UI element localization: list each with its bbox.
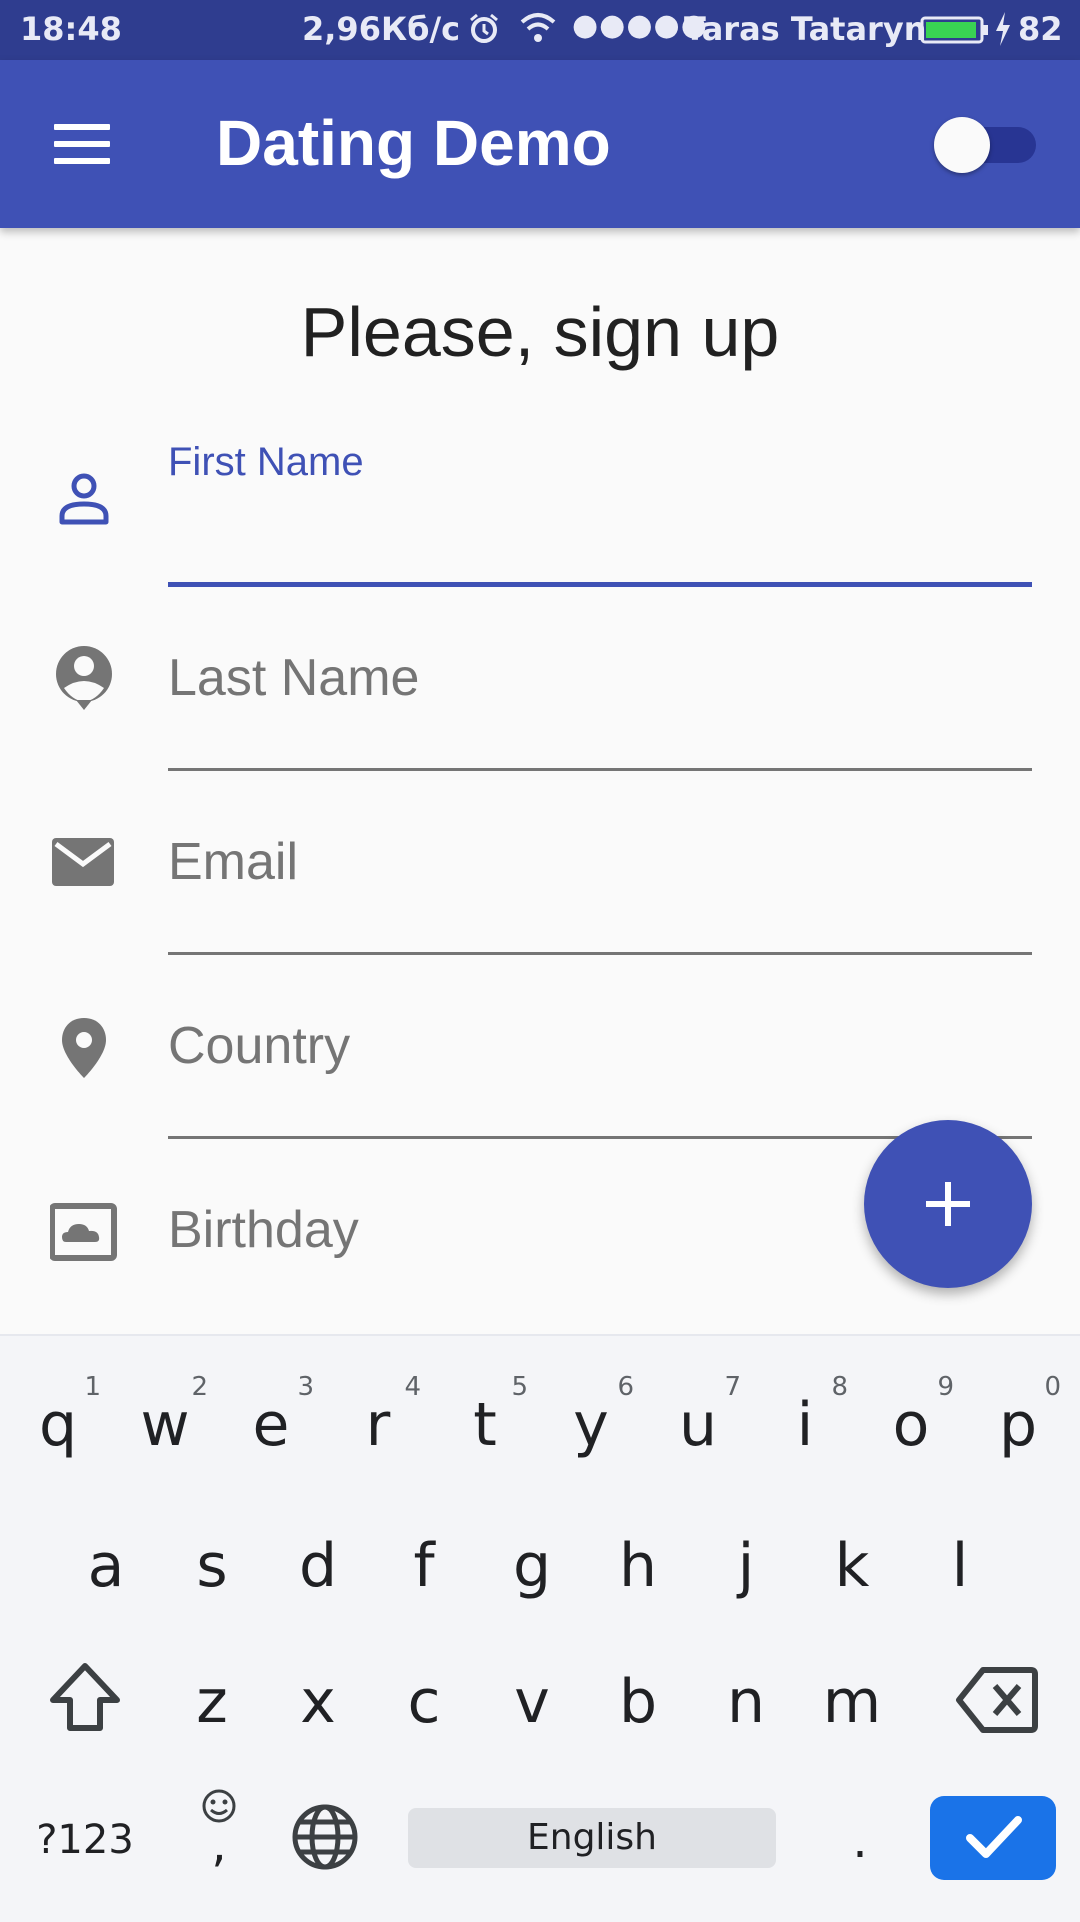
key-number-hint: 2	[191, 1372, 208, 1402]
network-speed: 2,96Кб/с	[302, 10, 461, 48]
charging-icon	[996, 12, 1010, 46]
key-number-hint: 0	[1044, 1372, 1061, 1402]
menu-icon[interactable]	[54, 124, 110, 164]
first-name-label: First Name	[168, 440, 364, 484]
key-g[interactable]: g	[479, 1506, 585, 1626]
key-v[interactable]: v	[479, 1642, 585, 1762]
key-r[interactable]: 4r	[325, 1360, 431, 1480]
key-o[interactable]: 9o	[858, 1360, 964, 1480]
key-j[interactable]: j	[693, 1506, 799, 1626]
emoji-comma-key[interactable]: ,	[184, 1786, 254, 1896]
globe-icon	[292, 1804, 358, 1870]
key-e[interactable]: 3e	[218, 1360, 324, 1480]
app-bar: Dating Demo	[0, 60, 1080, 228]
period-key[interactable]: .	[820, 1806, 900, 1876]
carrier-name: Taras Tataryn	[684, 10, 927, 48]
key-h[interactable]: h	[585, 1506, 691, 1626]
theme-toggle[interactable]	[934, 117, 1040, 173]
email-label: Email	[168, 833, 299, 891]
enter-key[interactable]	[930, 1796, 1056, 1880]
account-circle-icon	[56, 646, 112, 710]
alarm-icon	[470, 13, 498, 43]
comma-char: ,	[211, 1817, 227, 1873]
page-title: Please, sign up	[300, 293, 780, 371]
key-x[interactable]: x	[265, 1642, 371, 1762]
key-number-hint: 6	[617, 1372, 634, 1402]
key-c[interactable]: c	[371, 1642, 477, 1762]
key-q[interactable]: 1q	[5, 1360, 111, 1480]
person-outline-icon	[59, 473, 109, 525]
key-number-hint: 7	[724, 1372, 741, 1402]
place-icon	[62, 1018, 106, 1078]
wifi-icon	[520, 13, 556, 42]
key-number-hint: 9	[937, 1372, 954, 1402]
key-k[interactable]: k	[799, 1506, 905, 1626]
add-button[interactable]	[864, 1120, 1032, 1288]
key-t[interactable]: 5t	[432, 1360, 538, 1480]
status-time: 18:48	[20, 10, 122, 48]
key-l[interactable]: l	[907, 1506, 1013, 1626]
space-bar[interactable]: English	[408, 1808, 776, 1868]
keyboard: 1q2w3e4r5t6y7u8i9o0p asdfghjkl zxcvbnm ?…	[0, 1334, 1080, 1922]
last-name-label: Last Name	[168, 649, 420, 707]
key-y[interactable]: 6y	[538, 1360, 644, 1480]
photo-cloud-icon	[50, 1203, 117, 1261]
key-number-hint: 4	[404, 1372, 421, 1402]
plus-icon	[926, 1182, 970, 1226]
key-p[interactable]: 0p	[965, 1360, 1071, 1480]
key-m[interactable]: m	[799, 1642, 905, 1762]
battery-icon	[920, 16, 988, 44]
toggle-thumb	[934, 117, 990, 173]
backspace-icon	[956, 1667, 1038, 1733]
key-d[interactable]: d	[265, 1506, 371, 1626]
app-title: Dating Demo	[216, 107, 611, 179]
email-underline	[168, 952, 1032, 955]
key-s[interactable]: s	[159, 1506, 265, 1626]
symbols-key[interactable]: ?123	[30, 1810, 140, 1870]
first-name-underline	[168, 582, 1032, 587]
key-i[interactable]: 8i	[752, 1360, 858, 1480]
key-f[interactable]: f	[371, 1506, 477, 1626]
battery-percent: 82	[1018, 10, 1063, 48]
key-number-hint: 5	[511, 1372, 528, 1402]
key-z[interactable]: z	[159, 1642, 265, 1762]
check-icon	[966, 1816, 1022, 1858]
language-key[interactable]	[288, 1802, 362, 1876]
shift-key[interactable]	[30, 1648, 140, 1758]
status-bar: 18:48 2,96Кб/с ●●●●● Taras Tataryn 82	[0, 0, 1080, 60]
key-a[interactable]: a	[53, 1506, 159, 1626]
last-name-underline	[168, 768, 1032, 771]
key-b[interactable]: b	[585, 1642, 691, 1762]
key-number-hint: 1	[84, 1372, 101, 1402]
email-icon	[52, 838, 114, 886]
key-number-hint: 3	[297, 1372, 314, 1402]
country-label: Country	[168, 1017, 351, 1075]
key-n[interactable]: n	[693, 1642, 799, 1762]
key-u[interactable]: 7u	[645, 1360, 751, 1480]
key-w[interactable]: 2w	[112, 1360, 218, 1480]
shift-icon	[50, 1663, 120, 1731]
backspace-key[interactable]	[942, 1654, 1052, 1754]
key-number-hint: 8	[831, 1372, 848, 1402]
birthday-label: Birthday	[168, 1201, 359, 1259]
